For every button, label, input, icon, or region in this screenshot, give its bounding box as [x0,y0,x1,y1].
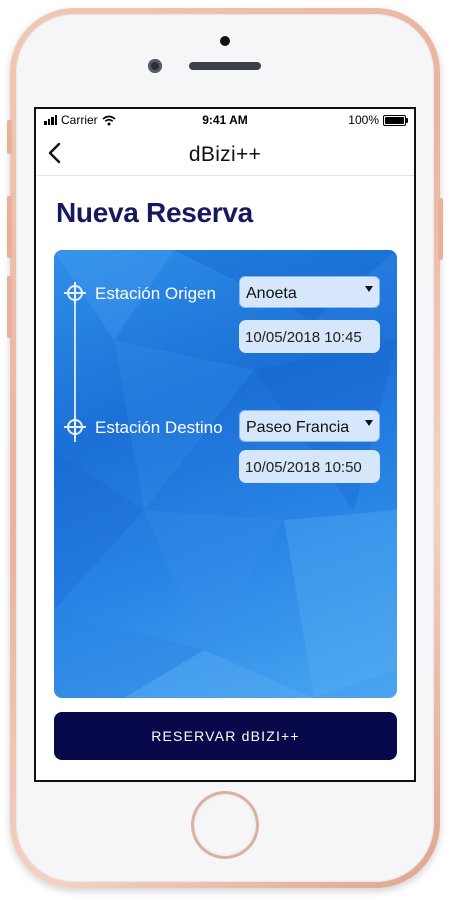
navigation-bar: dBizi++ [36,131,414,176]
nav-title: dBizi++ [188,143,262,166]
destination-label: Estación Destino [95,418,223,437]
booking-card: Estación Origen Anoeta 10/05/2018 10:45 … [54,250,397,698]
chevron-down-icon [365,286,373,292]
volume-up-button [7,196,12,258]
selfie-lens-icon [148,59,162,73]
reserve-button[interactable]: RESERVAR dBIZI++ [54,712,397,760]
page-title: Nueva Reserva [56,197,253,228]
origin-station-value: Anoeta [246,285,297,302]
power-button [438,198,443,260]
chevron-down-icon [365,420,373,426]
front-camera-icon [220,36,230,46]
battery-percent: 100% [348,113,379,127]
volume-down-button [7,276,12,338]
origin-label: Estación Origen [95,284,216,303]
destination-pin-icon [64,416,86,438]
origin-pin-icon [64,282,86,304]
status-right: 100% [348,113,408,127]
destination-station-select[interactable]: Paseo Francia [239,410,380,442]
battery-icon [383,114,408,126]
home-button[interactable] [194,794,256,856]
earpiece-speaker [189,62,261,70]
origin-station-select[interactable]: Anoeta [239,276,380,308]
origin-datetime-field[interactable]: 10/05/2018 10:45 [239,320,380,353]
destination-datetime-value: 10/05/2018 10:50 [245,459,362,476]
destination-datetime-field[interactable]: 10/05/2018 10:50 [239,450,380,483]
destination-station-value: Paseo Francia [246,419,350,436]
app-screen: Carrier 9:41 AM 100% dBizi++ Nueva Reser… [34,107,416,782]
mute-switch [7,120,12,154]
status-bar: Carrier 9:41 AM 100% [36,109,414,131]
origin-datetime-value: 10/05/2018 10:45 [245,329,362,346]
